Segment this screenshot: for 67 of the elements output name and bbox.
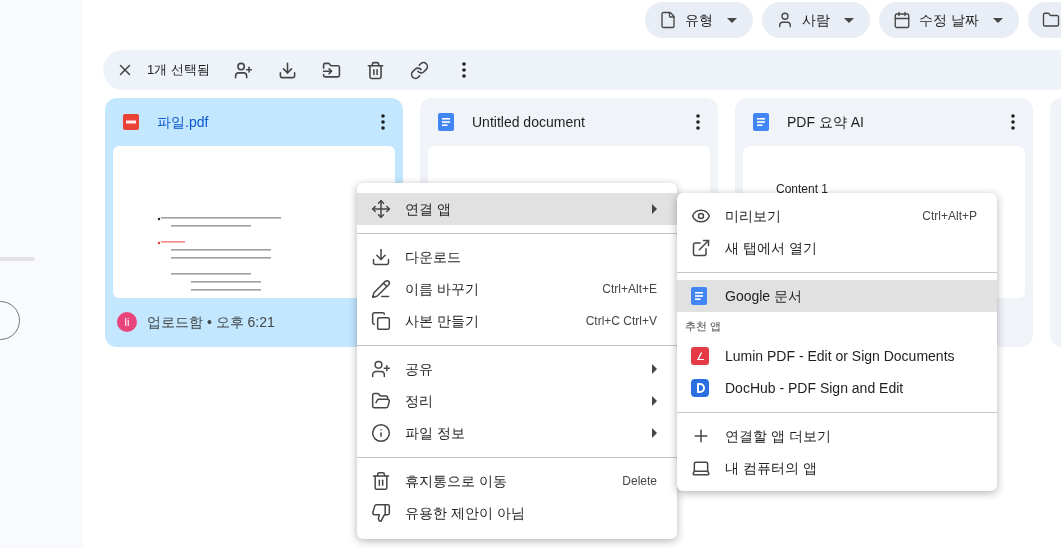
thumbs-down-icon <box>371 503 391 523</box>
menu-item[interactable]: 파일 정보 <box>357 417 677 449</box>
pdf-icon <box>123 114 139 130</box>
link-icon <box>410 60 430 80</box>
submenu-arrow-icon <box>652 204 657 214</box>
document-icon <box>753 113 769 131</box>
download-icon <box>371 247 391 267</box>
document-icon <box>438 113 454 131</box>
folder-icon <box>371 391 391 411</box>
caret-icon <box>992 17 1003 23</box>
menu-item[interactable]: 새 탭에서 열기 <box>677 232 997 264</box>
filter-chip[interactable]: 수정 날짜 <box>879 2 1019 38</box>
submenu-arrow-icon <box>652 364 657 374</box>
menu-item[interactable]: 미리보기 Ctrl+Alt+P <box>677 200 997 232</box>
menu-item[interactable]: DocHub - PDF Sign and Edit <box>677 372 997 404</box>
file-name: Untitled document <box>472 112 585 132</box>
menu-item[interactable]: 공유 <box>357 353 677 385</box>
submenu-arrow-icon <box>652 428 657 438</box>
shortcut-label: Ctrl+Alt+P <box>922 208 977 225</box>
dochub-app-icon <box>691 379 709 397</box>
more-vertical-icon <box>1011 114 1015 130</box>
laptop-icon <box>691 458 711 478</box>
shortcut-label: Ctrl+C Ctrl+V <box>585 313 657 330</box>
folder-move-icon <box>322 60 342 80</box>
submenu-arrow-icon <box>652 396 657 406</box>
menu-item[interactable]: Lumin PDF - Edit or Sign Documents <box>677 340 997 372</box>
lumin-app-icon <box>691 347 709 365</box>
file-name: PDF 요약 AI <box>787 112 864 132</box>
caret-icon <box>727 17 737 23</box>
file-icon <box>659 11 677 29</box>
owner-avatar: li <box>117 312 137 332</box>
trash-icon <box>371 471 391 491</box>
more-vertical-icon <box>461 62 466 78</box>
caret-icon <box>844 17 854 23</box>
more-vertical-icon <box>696 114 700 130</box>
open-external-icon <box>691 238 711 258</box>
info-icon <box>371 423 391 443</box>
more-vertical-icon <box>381 114 385 130</box>
menu-item[interactable]: 연결할 앱 더보기 <box>677 420 997 452</box>
trash-icon <box>366 60 386 80</box>
pencil-icon <box>371 279 391 299</box>
calendar-icon <box>893 11 911 29</box>
eye-icon <box>691 206 711 226</box>
shortcut-label: Ctrl+Alt+E <box>602 281 657 298</box>
move-arrows-icon <box>371 199 391 219</box>
menu-item[interactable]: Google 문서 <box>677 280 997 312</box>
download-icon <box>278 60 298 80</box>
menu-item[interactable]: 내 컴퓨터의 앱 <box>677 452 997 484</box>
file-activity: 업로드함 • 오후 6:21 <box>147 312 275 332</box>
menu-item[interactable]: 유용한 제안이 아님 <box>357 497 677 529</box>
menu-item[interactable]: 연결 앱 <box>357 193 677 225</box>
menu-item[interactable]: 정리 <box>357 385 677 417</box>
person-icon <box>776 11 794 29</box>
person-add-icon <box>371 359 391 379</box>
file-name: 파일.pdf <box>157 112 209 132</box>
docs-icon <box>691 287 707 305</box>
copy-icon <box>371 311 391 331</box>
person-add-icon <box>234 60 254 80</box>
preview-text: Content 1 <box>776 182 829 196</box>
menu-section-heading: 추천 앱 <box>685 318 722 334</box>
menu-item[interactable]: 휴지통으로 이동 Delete <box>357 465 677 497</box>
selection-count: 1개 선택됨 <box>147 61 210 80</box>
file-card[interactable]: 파일.pdf li 업로드함 • 오후 6:21 <box>105 98 403 347</box>
shortcut-label: Delete <box>622 473 657 490</box>
filter-chip[interactable]: 사람 <box>762 2 870 38</box>
folder-icon <box>1041 11 1060 29</box>
filter-chip[interactable]: 유형 <box>645 2 753 38</box>
